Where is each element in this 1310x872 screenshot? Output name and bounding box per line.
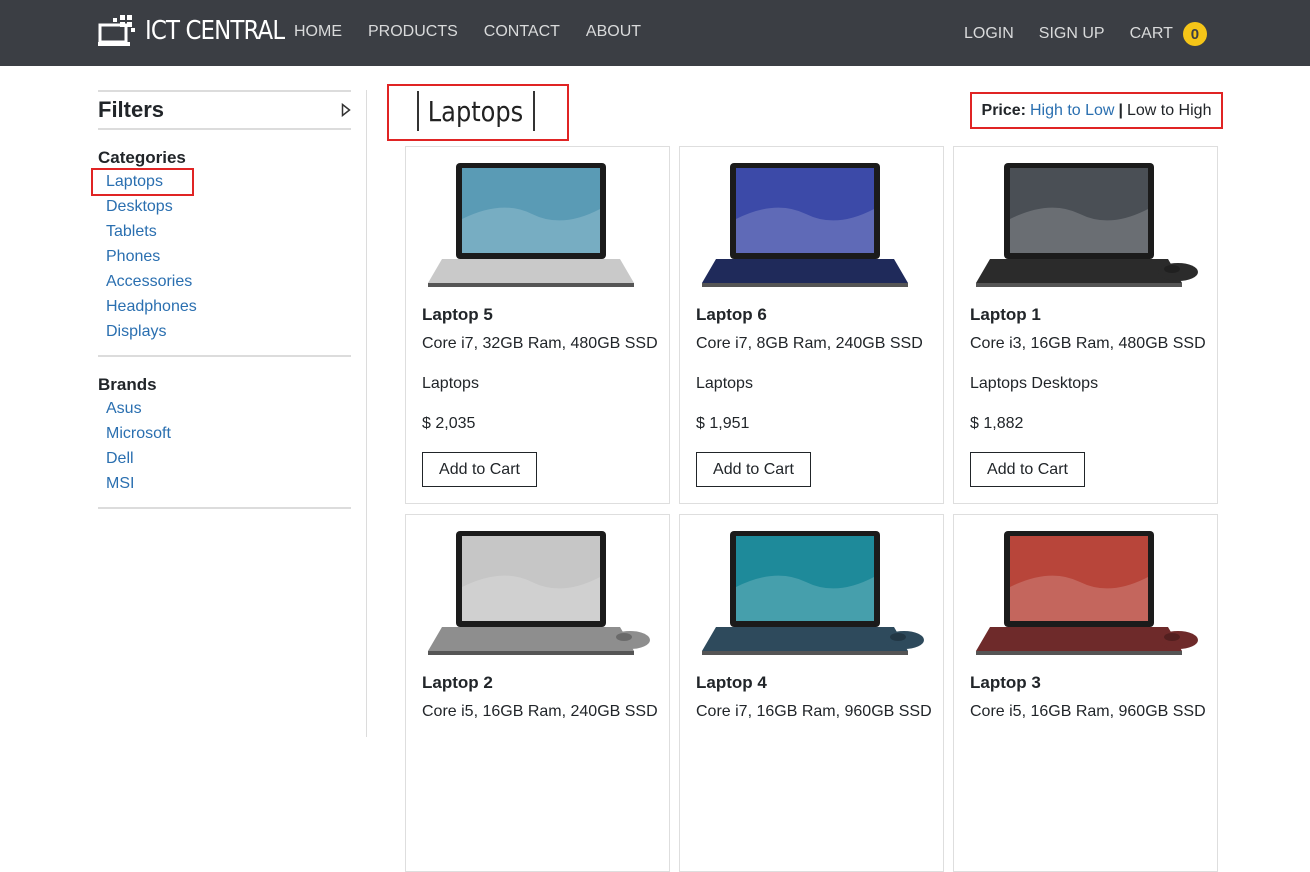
product-spec: Core i7, 8GB Ram, 240GB SSD [696,335,923,352]
cart-link[interactable]: CART 0 [1130,22,1207,46]
page-title-frame: Laptops [417,91,535,131]
product-image[interactable] [970,527,1202,661]
sidebar-separator [366,90,367,737]
product-card: Laptop 5 Core i7, 32GB Ram, 480GB SSD Lap… [405,146,670,504]
nav-about-link[interactable]: ABOUT [586,22,641,42]
brand-logo[interactable]: ICT CENTRAL [98,13,303,49]
brand-microsoft[interactable]: Microsoft [98,424,351,449]
product-price: $ 1,951 [696,415,750,432]
category-phones[interactable]: Phones [98,247,351,272]
page-title: Laptops [428,94,524,128]
categories-title: Categories [98,148,186,167]
category-desktops[interactable]: Desktops [98,197,351,222]
page-title-highlight: Laptops [387,84,569,141]
product-name[interactable]: Laptop 4 [696,673,767,693]
divider [98,507,351,509]
add-to-cart-button[interactable]: Add to Cart [696,452,811,487]
top-navbar: ICT CENTRAL HOME PRODUCTS CONTACT ABOUT … [0,0,1310,66]
brand-dell[interactable]: Dell [98,449,351,474]
product-price: $ 1,882 [970,415,1024,432]
sort-label: Price: [981,101,1026,119]
product-spec: Core i5, 16GB Ram, 960GB SSD [970,703,1206,720]
product-name[interactable]: Laptop 1 [970,305,1041,325]
cart-count-badge: 0 [1182,22,1207,46]
sort-high-to-low-link[interactable]: High to Low [1030,102,1115,120]
product-categories: Laptops [696,375,753,392]
product-spec: Core i5, 16GB Ram, 240GB SSD [422,703,658,720]
product-name[interactable]: Laptop 5 [422,305,493,325]
category-accessories[interactable]: Accessories [98,272,351,297]
computer-logo-icon [98,15,135,46]
category-tablets[interactable]: Tablets [98,222,351,247]
signup-link[interactable]: SIGN UP [1039,24,1105,44]
caret-right-icon[interactable] [341,103,351,117]
product-image[interactable] [422,527,654,661]
category-laptops[interactable]: Laptops [91,168,351,197]
product-spec: Core i7, 16GB Ram, 960GB SSD [696,703,932,720]
category-displays[interactable]: Displays [98,322,351,347]
nav-products-link[interactable]: PRODUCTS [368,22,458,42]
product-card: Laptop 2 Core i5, 16GB Ram, 240GB SSD [405,514,670,872]
product-categories: Laptops [422,375,479,392]
brand-asus[interactable]: Asus [98,399,351,424]
product-image[interactable] [696,159,928,293]
filters-header[interactable]: Filters [98,90,351,130]
product-name[interactable]: Laptop 6 [696,305,767,325]
nav-contact-link[interactable]: CONTACT [484,22,560,42]
product-spec: Core i7, 32GB Ram, 480GB SSD [422,335,658,352]
brand-name: ICT CENTRAL [145,16,285,46]
account-nav: LOGIN SIGN UP CART 0 [964,22,1207,46]
product-card: Laptop 6 Core i7, 8GB Ram, 240GB SSD Lapt… [679,146,944,504]
category-headphones[interactable]: Headphones [98,297,351,322]
product-name[interactable]: Laptop 2 [422,673,493,693]
nav-home-link[interactable]: HOME [294,22,342,42]
filters-title: Filters [98,97,165,122]
product-name[interactable]: Laptop 3 [970,673,1041,693]
product-price: $ 2,035 [422,415,476,432]
price-sort-control: Price: High to Low | Low to High [970,92,1223,129]
sort-separator: | [1118,101,1123,119]
product-card: Laptop 3 Core i5, 16GB Ram, 960GB SSD [953,514,1218,872]
product-card: Laptop 4 Core i7, 16GB Ram, 960GB SSD [679,514,944,872]
product-categories: Laptops Desktops [970,375,1099,392]
product-image[interactable] [422,159,654,293]
product-spec: Core i3, 16GB Ram, 480GB SSD [970,335,1206,352]
add-to-cart-button[interactable]: Add to Cart [970,452,1085,487]
filters-sidebar: Filters Categories Laptops Desktops Tabl… [91,90,351,509]
add-to-cart-button[interactable]: Add to Cart [422,452,537,487]
product-image[interactable] [970,159,1202,293]
brands-title: Brands [98,375,157,394]
brand-msi[interactable]: MSI [98,474,351,499]
product-card: Laptop 1 Core i3, 16GB Ram, 480GB SSD Lap… [953,146,1218,504]
main-nav: HOME PRODUCTS CONTACT ABOUT [294,22,667,42]
login-link[interactable]: LOGIN [964,24,1014,44]
sort-low-to-high-link[interactable]: Low to High [1127,102,1212,120]
product-image[interactable] [696,527,928,661]
divider [98,355,351,357]
cart-label[interactable]: CART [1130,24,1173,44]
